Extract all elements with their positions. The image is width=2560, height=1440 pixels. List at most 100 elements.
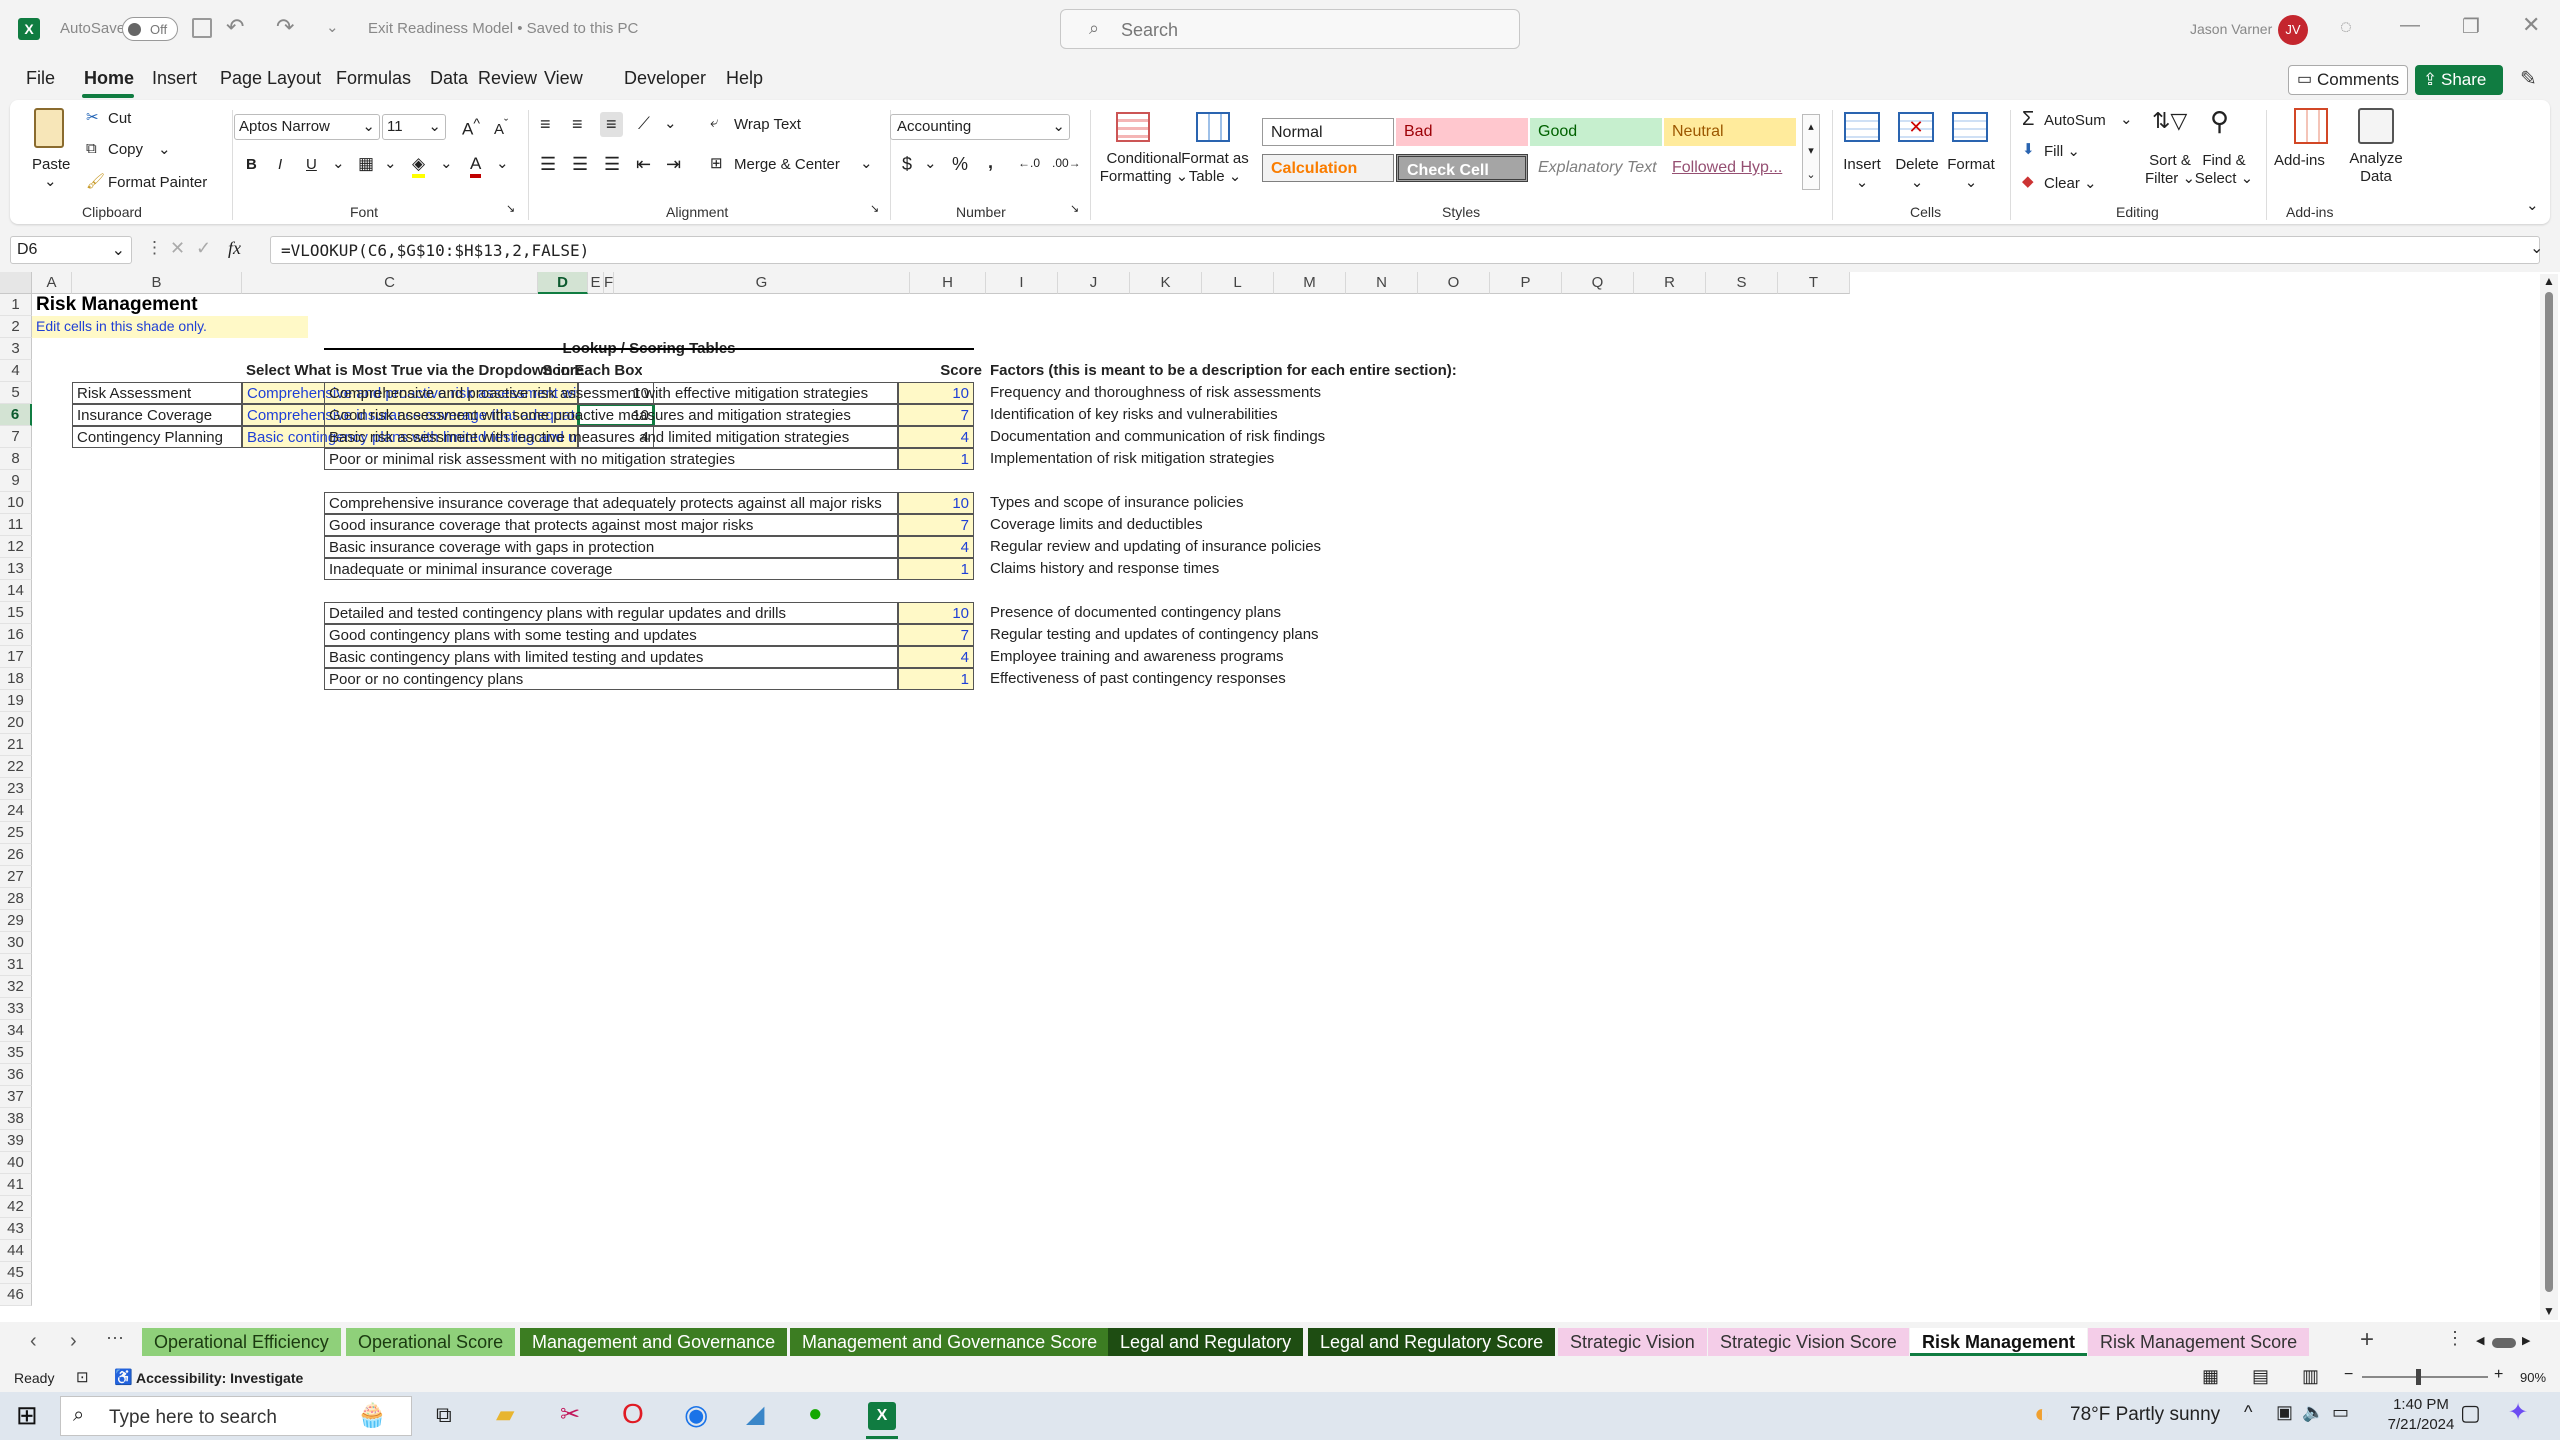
row-header-5[interactable]: 5	[0, 382, 32, 404]
sheet-tab[interactable]: Legal and Regulatory Score	[1308, 1328, 1556, 1356]
lightbulb-icon[interactable]: ◌	[2340, 16, 2352, 39]
align-right-icon[interactable]: ☰	[604, 154, 620, 175]
align-top-icon[interactable]: ≡	[540, 114, 551, 135]
tab-home[interactable]: Home	[84, 68, 134, 89]
paste-dropdown-icon[interactable]: ⌄	[44, 172, 57, 190]
column-header-I[interactable]: I	[986, 272, 1058, 294]
underline-icon[interactable]: U	[306, 156, 317, 173]
clock-date[interactable]: 7/21/2024	[2376, 1416, 2466, 1433]
minimize-icon[interactable]: —	[2400, 14, 2420, 37]
row-header-12[interactable]: 12	[0, 536, 32, 558]
number-format-select[interactable]: Accounting ⌄	[890, 114, 1070, 140]
snipping-tool-icon[interactable]: ✂	[560, 1400, 580, 1429]
align-middle-icon[interactable]: ≡	[572, 114, 583, 135]
row-header-25[interactable]: 25	[0, 822, 32, 844]
column-header-G[interactable]: G	[614, 272, 910, 294]
decrease-indent-icon[interactable]: ⇤	[636, 154, 651, 175]
column-header-L[interactable]: L	[1202, 272, 1274, 294]
more-sheets-icon[interactable]: ⋯	[106, 1328, 124, 1349]
restore-icon[interactable]: ❐	[2462, 14, 2480, 39]
customize-qat-icon[interactable]: ⌄	[326, 18, 339, 36]
sheet-tab[interactable]: Management and Governance	[520, 1328, 788, 1356]
number-dialog-launcher-icon[interactable]: ↘	[1070, 202, 1079, 215]
insert-function-icon[interactable]: fx	[228, 238, 241, 259]
sheet-tab[interactable]: Strategic Vision Score	[1708, 1328, 1909, 1356]
font-size-select[interactable]: 11 ⌄	[382, 114, 446, 140]
app-icon[interactable]: ◢	[746, 1400, 764, 1429]
sheet-tab[interactable]: Legal and Regulatory	[1108, 1328, 1304, 1356]
more-options-icon[interactable]: ⋮	[146, 238, 163, 258]
row-header-34[interactable]: 34	[0, 1020, 32, 1042]
wrap-text-button[interactable]: Wrap Text	[734, 116, 801, 133]
clock-time[interactable]: 1:40 PM	[2376, 1396, 2466, 1413]
task-view-icon[interactable]: ⧉	[436, 1402, 452, 1428]
column-header-F[interactable]: F	[604, 272, 614, 294]
avatar[interactable]: JV	[2278, 15, 2308, 45]
column-header-R[interactable]: R	[1634, 272, 1706, 294]
clear-button[interactable]: Clear ⌄	[2044, 174, 2097, 192]
align-center-icon[interactable]: ☰	[572, 154, 588, 175]
bold-icon[interactable]: B	[246, 156, 257, 173]
row-header-23[interactable]: 23	[0, 778, 32, 800]
cut-button[interactable]: Cut	[108, 110, 131, 127]
row-header-31[interactable]: 31	[0, 954, 32, 976]
italic-icon[interactable]: I	[278, 156, 282, 173]
column-header-S[interactable]: S	[1706, 272, 1778, 294]
row-header-18[interactable]: 18	[0, 668, 32, 690]
format-as-table-button[interactable]: Format as Table ⌄	[1180, 150, 1250, 186]
column-header-J[interactable]: J	[1058, 272, 1130, 294]
select-all-corner[interactable]	[0, 272, 32, 294]
row-header-20[interactable]: 20	[0, 712, 32, 734]
scroll-down-icon[interactable]: ▼	[2543, 1304, 2555, 1318]
weather-text[interactable]: 78°F Partly sunny	[2070, 1404, 2220, 1426]
row-header-44[interactable]: 44	[0, 1240, 32, 1262]
sheet-tab[interactable]: Management and Governance Score	[790, 1328, 1110, 1356]
row-header-26[interactable]: 26	[0, 844, 32, 866]
comments-button[interactable]: ▭ Comments	[2288, 65, 2408, 95]
sort-filter-button[interactable]: Sort & Filter ⌄	[2140, 152, 2200, 188]
column-header-B[interactable]: B	[72, 272, 242, 294]
style-check-cell[interactable]: Check Cell	[1396, 154, 1528, 182]
orientation-icon[interactable]: ⟋	[638, 114, 650, 134]
column-header-T[interactable]: T	[1778, 272, 1850, 294]
fill-button[interactable]: Fill ⌄	[2044, 142, 2080, 160]
notifications-icon[interactable]: ▢	[2460, 1400, 2481, 1426]
comma-style-icon[interactable]: ,	[988, 152, 993, 173]
network-icon[interactable]: ▭	[2332, 1402, 2349, 1423]
row-header-33[interactable]: 33	[0, 998, 32, 1020]
format-cells-button[interactable]: Format ⌄	[1946, 156, 1996, 192]
zoom-in-icon[interactable]: +	[2494, 1366, 2503, 1384]
row-header-40[interactable]: 40	[0, 1152, 32, 1174]
style-calculation[interactable]: Calculation	[1262, 154, 1394, 182]
increase-font-icon[interactable]: A^	[462, 116, 480, 140]
redo-icon[interactable]: ↷	[276, 14, 294, 40]
row-header-42[interactable]: 42	[0, 1196, 32, 1218]
zoom-slider[interactable]	[2362, 1369, 2488, 1385]
column-header-C[interactable]: C	[242, 272, 538, 294]
insert-cells-button[interactable]: Insert ⌄	[1842, 156, 1882, 192]
style-bad[interactable]: Bad	[1396, 118, 1528, 146]
chrome-icon[interactable]: ◉	[684, 1398, 708, 1431]
fill-color-dropdown-icon[interactable]: ⌄	[440, 154, 453, 172]
row-header-10[interactable]: 10	[0, 492, 32, 514]
tray-app-icon[interactable]: ▣	[2276, 1402, 2293, 1423]
share-button[interactable]: ⇪ Share	[2415, 65, 2503, 95]
style-explanatory-text[interactable]: Explanatory Text	[1530, 154, 1662, 182]
row-header-17[interactable]: 17	[0, 646, 32, 668]
zoom-out-icon[interactable]: −	[2344, 1366, 2353, 1384]
h-scrollbar-thumb[interactable]	[2492, 1338, 2516, 1348]
row-header-45[interactable]: 45	[0, 1262, 32, 1284]
column-header-D[interactable]: D	[538, 272, 588, 294]
currency-dropdown-icon[interactable]: ⌄	[924, 154, 937, 172]
style-normal[interactable]: Normal	[1262, 118, 1394, 146]
paste-button[interactable]: Paste	[32, 156, 70, 173]
copilot-icon[interactable]: ✦	[2508, 1398, 2528, 1427]
sheet-options-icon[interactable]: ⋮	[2446, 1328, 2464, 1349]
row-header-14[interactable]: 14	[0, 580, 32, 602]
tray-chevron-icon[interactable]: ^	[2244, 1402, 2252, 1423]
autosave-toggle[interactable]: Off	[122, 17, 178, 41]
zoom-level[interactable]: 90%	[2520, 1370, 2546, 1385]
font-dialog-launcher-icon[interactable]: ↘	[506, 202, 515, 215]
row-header-15[interactable]: 15	[0, 602, 32, 624]
row-header-35[interactable]: 35	[0, 1042, 32, 1064]
